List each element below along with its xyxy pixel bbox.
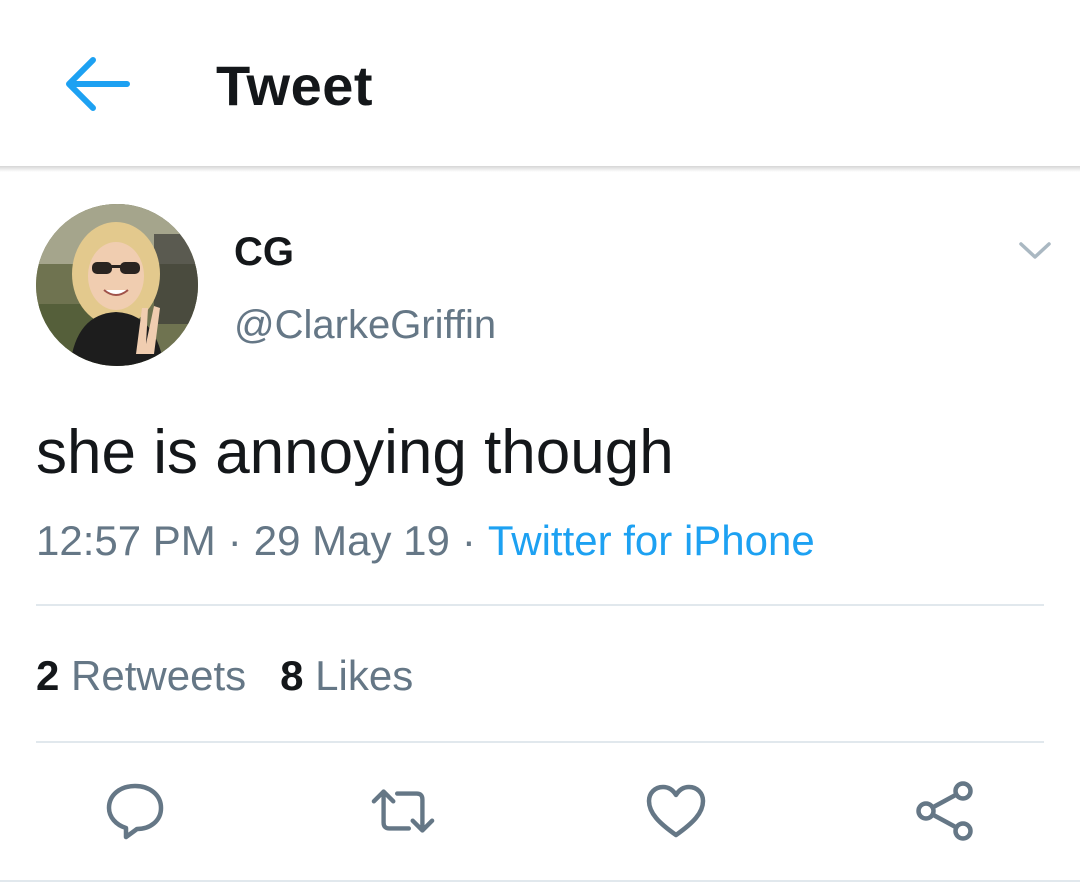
avatar-photo xyxy=(36,204,198,366)
tweet-stats: 2 Retweets 8 Likes xyxy=(36,650,447,702)
likes-count: 8 xyxy=(280,652,304,699)
tweet-source-link[interactable]: Twitter for iPhone xyxy=(488,517,815,564)
retweet-button[interactable] xyxy=(370,778,436,844)
like-button[interactable] xyxy=(643,778,709,844)
arrow-left-icon xyxy=(66,57,130,111)
bottom-divider xyxy=(0,880,1080,882)
tweet-text: she is annoying though xyxy=(36,418,674,487)
divider xyxy=(36,604,1044,606)
avatar[interactable] xyxy=(36,204,198,366)
meta-separator: · xyxy=(461,517,476,564)
tweet-date: 29 May 19 xyxy=(253,517,450,564)
share-button[interactable] xyxy=(912,778,978,844)
tweet-options-button[interactable] xyxy=(1010,228,1060,274)
retweets-stat[interactable]: 2 Retweets xyxy=(36,650,246,702)
retweets-label: Retweets xyxy=(71,652,247,699)
back-button[interactable] xyxy=(55,44,139,124)
tweet-time: 12:57 PM xyxy=(36,517,216,564)
share-icon xyxy=(916,781,973,841)
chevron-down-icon xyxy=(1019,242,1051,259)
divider xyxy=(36,741,1044,743)
heart-icon xyxy=(646,784,706,838)
reply-button[interactable] xyxy=(102,778,168,844)
retweets-count: 2 xyxy=(36,652,60,699)
likes-label: Likes xyxy=(315,652,414,699)
reply-icon xyxy=(106,783,164,840)
page-title: Tweet xyxy=(216,54,374,117)
author-handle[interactable]: @ClarkeGriffin xyxy=(234,301,496,349)
likes-stat[interactable]: 8 Likes xyxy=(280,650,413,702)
tweet-meta: 12:57 PM · 29 May 19 · Twitter for iPhone xyxy=(36,515,815,567)
app-bar-shadow xyxy=(0,166,1080,172)
author-display-name[interactable]: CG xyxy=(234,228,294,276)
app-bar: Tweet xyxy=(0,0,1080,166)
retweet-icon xyxy=(371,789,435,833)
meta-separator: · xyxy=(227,517,242,564)
